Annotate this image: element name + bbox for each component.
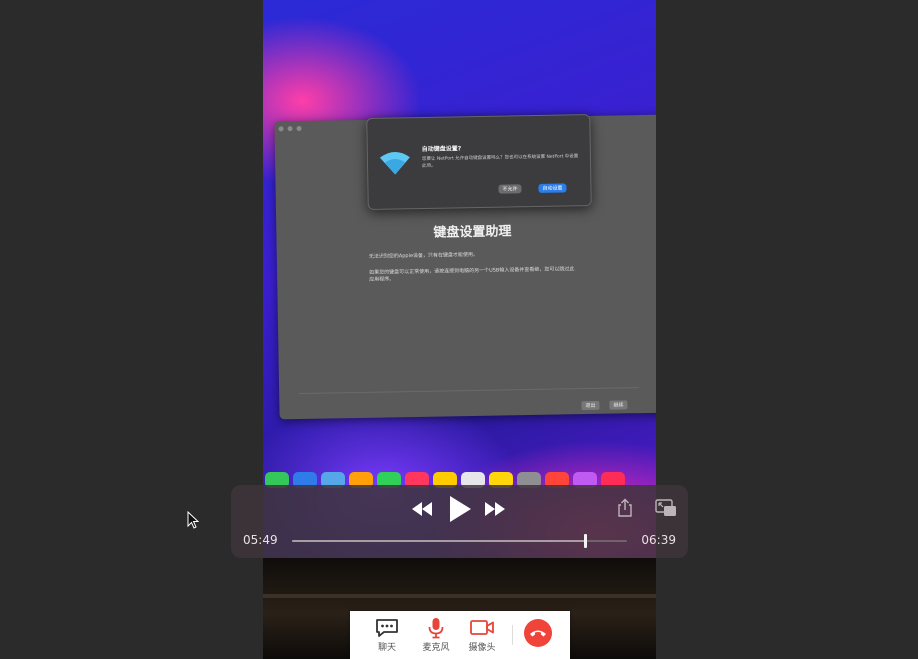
phone-hangup-icon <box>530 630 546 637</box>
camera-button[interactable]: 摄像头 <box>462 617 502 653</box>
keyboard-setup-title: 键盘设置助理 <box>433 224 512 241</box>
window-divider <box>299 387 640 395</box>
progress-track[interactable] <box>292 534 627 548</box>
play-icon[interactable] <box>447 494 473 524</box>
keyboard-setup-back-button: 退出 <box>581 400 600 411</box>
video-camera-icon <box>470 620 494 635</box>
microphone-button[interactable]: 麦克风 <box>416 617 456 653</box>
mouse-cursor-icon <box>187 511 199 529</box>
dialog-body: 您要让 NetPort 允许自动键盘设置吗么？您也可以在系统设置 NetPort… <box>421 154 579 169</box>
hang-up-button[interactable] <box>524 619 552 647</box>
progress-fill <box>292 540 585 542</box>
dialog-decline-button: 不允许 <box>498 184 522 194</box>
chat-icon <box>376 619 398 637</box>
dialog-title: 自动键盘设置? <box>421 145 462 153</box>
call-toolbar: 聊天 麦克风 摄像头 <box>350 611 570 659</box>
player-controls: 05:49 06:39 <box>231 485 688 558</box>
share-icon[interactable] <box>617 498 633 518</box>
progress-thumb[interactable] <box>583 534 587 548</box>
rewind-icon[interactable] <box>411 501 433 517</box>
keyboard-setup-continue-button: 继续 <box>609 400 628 410</box>
wifi-icon <box>379 151 410 175</box>
toolbar-divider <box>512 625 513 645</box>
microphone-icon <box>428 618 444 639</box>
microphone-label: 麦克风 <box>422 643 450 653</box>
keyboard-setup-paragraph-2: 如果您的键盘可以正常使用，请按连接到电脑的另一个USB输入设备并查看继，您可以跳… <box>369 266 575 283</box>
picture-in-picture-icon[interactable] <box>655 499 677 517</box>
video-frame: 键盘设置助理 无法识别您的Apple设备，只有在键盘才能使用。 如果您的键盘可以… <box>263 0 656 659</box>
desk-edge <box>263 594 656 598</box>
fast-forward-icon[interactable] <box>484 501 506 517</box>
current-time: 05:49 <box>243 533 278 547</box>
chat-label: 聊天 <box>377 643 396 653</box>
chat-button[interactable]: 聊天 <box>367 617 407 653</box>
camera-label: 摄像头 <box>468 643 496 653</box>
keyboard-alert-dialog: 自动键盘设置? 您要让 NetPort 允许自动键盘设置吗么？您也可以在系统设置… <box>366 114 592 210</box>
duration-time: 06:39 <box>641 533 676 547</box>
window-traffic-lights <box>278 125 302 132</box>
keyboard-setup-paragraph-1: 无法识别您的Apple设备，只有在键盘才能使用。 <box>368 251 479 260</box>
dialog-accept-button: 自动设置 <box>538 183 567 193</box>
